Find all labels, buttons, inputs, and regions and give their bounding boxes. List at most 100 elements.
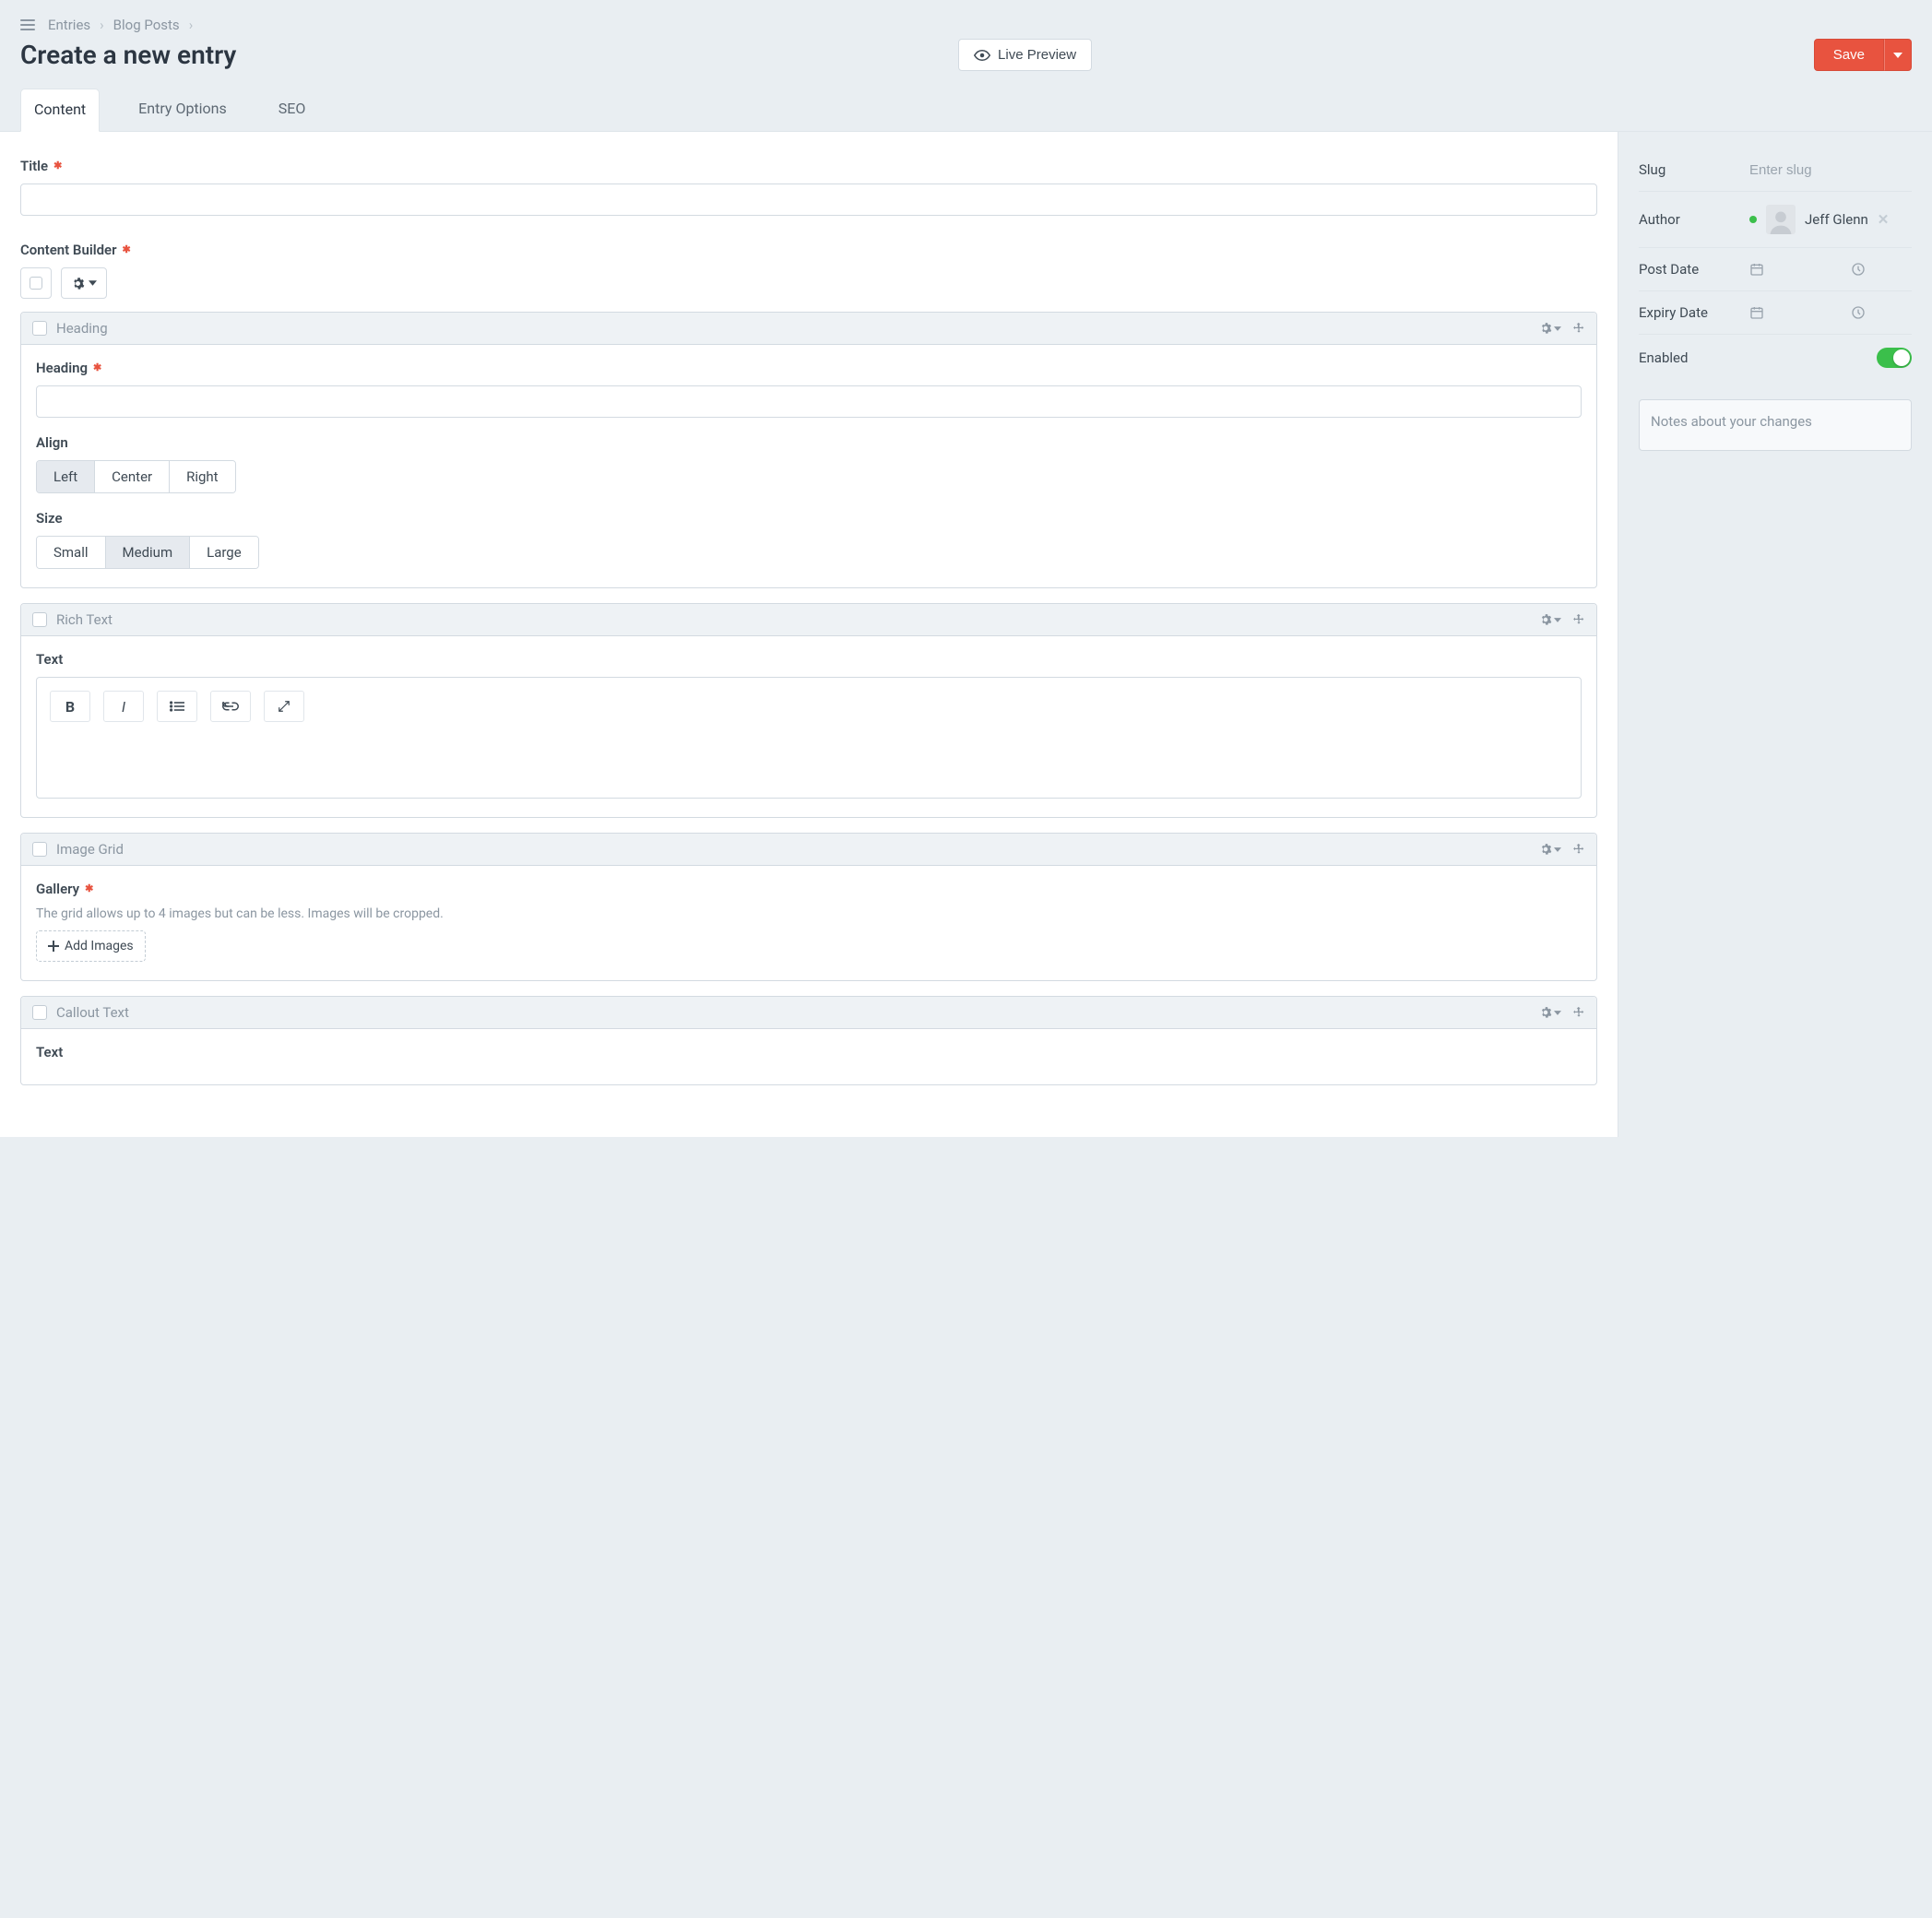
heading-field-label: Heading bbox=[36, 360, 88, 376]
block-heading-settings[interactable] bbox=[1539, 322, 1561, 335]
move-icon bbox=[1572, 322, 1585, 335]
gear-icon bbox=[71, 277, 85, 290]
block-imagegrid-title: Image Grid bbox=[56, 841, 124, 858]
block-imagegrid-checkbox[interactable] bbox=[32, 842, 47, 857]
gear-icon bbox=[1539, 1006, 1552, 1019]
builder-select-all-checkbox[interactable] bbox=[20, 267, 52, 299]
rte-link-button[interactable] bbox=[210, 691, 251, 722]
author-label: Author bbox=[1639, 211, 1749, 228]
size-small-option[interactable]: Small bbox=[37, 537, 106, 568]
chevron-down-icon bbox=[1554, 326, 1561, 331]
chevron-down-icon bbox=[1893, 53, 1902, 58]
calendar-icon bbox=[1749, 305, 1764, 320]
user-icon bbox=[1768, 208, 1794, 234]
author-avatar[interactable] bbox=[1766, 205, 1796, 234]
gear-icon bbox=[1539, 613, 1552, 626]
block-richtext-settings[interactable] bbox=[1539, 613, 1561, 626]
align-label: Align bbox=[36, 434, 68, 451]
plus-icon bbox=[48, 941, 59, 952]
tab-content[interactable]: Content bbox=[20, 89, 100, 132]
block-imagegrid-settings[interactable] bbox=[1539, 843, 1561, 856]
richtext-field-label: Text bbox=[36, 651, 63, 668]
page-title: Create a new entry bbox=[20, 40, 236, 70]
author-remove-button[interactable]: ✕ bbox=[1878, 211, 1890, 228]
breadcrumb-separator: › bbox=[189, 17, 194, 33]
block-richtext: Rich Text Text B I bbox=[20, 603, 1597, 818]
eye-icon bbox=[974, 50, 990, 61]
richtext-editor[interactable]: B I bbox=[36, 677, 1582, 799]
size-segmented: Small Medium Large bbox=[36, 536, 259, 569]
size-large-option[interactable]: Large bbox=[190, 537, 258, 568]
add-images-button[interactable]: Add Images bbox=[36, 930, 146, 962]
main-panel: Title ✱ Content Builder ✱ bbox=[0, 132, 1618, 1137]
block-richtext-title: Rich Text bbox=[56, 611, 113, 628]
block-heading-title: Heading bbox=[56, 320, 108, 337]
gallery-label: Gallery bbox=[36, 881, 79, 897]
field-content-builder: Content Builder ✱ bbox=[20, 242, 1597, 299]
block-imagegrid: Image Grid Gallery ✱ The grid allows up … bbox=[20, 833, 1597, 981]
align-left-option[interactable]: Left bbox=[37, 461, 95, 492]
block-callout: Callout Text Text bbox=[20, 996, 1597, 1085]
block-callout-checkbox[interactable] bbox=[32, 1005, 47, 1020]
block-callout-drag-handle[interactable] bbox=[1572, 1006, 1585, 1019]
align-center-option[interactable]: Center bbox=[95, 461, 170, 492]
author-status-dot bbox=[1749, 216, 1757, 223]
size-medium-option[interactable]: Medium bbox=[106, 537, 191, 568]
align-segmented: Left Center Right bbox=[36, 460, 236, 493]
callout-text-label: Text bbox=[36, 1044, 63, 1060]
tab-seo[interactable]: SEO bbox=[266, 89, 319, 132]
expiry-time-picker[interactable] bbox=[1851, 305, 1866, 320]
breadcrumb-blogposts[interactable]: Blog Posts bbox=[113, 17, 180, 33]
content-builder-label: Content Builder bbox=[20, 242, 117, 258]
live-preview-button[interactable]: Live Preview bbox=[958, 39, 1092, 71]
rte-fullscreen-button[interactable] bbox=[264, 691, 304, 722]
title-label: Title bbox=[20, 158, 48, 174]
block-imagegrid-drag-handle[interactable] bbox=[1572, 843, 1585, 856]
slug-label: Slug bbox=[1639, 161, 1749, 178]
enabled-toggle[interactable] bbox=[1877, 348, 1912, 368]
size-label: Size bbox=[36, 510, 63, 527]
save-dropdown-button[interactable] bbox=[1884, 39, 1912, 71]
chevron-down-icon bbox=[1554, 618, 1561, 622]
add-images-label: Add Images bbox=[65, 939, 134, 953]
chevron-down-icon bbox=[1554, 1011, 1561, 1015]
rte-bold-button[interactable]: B bbox=[50, 691, 90, 722]
slug-input[interactable] bbox=[1749, 162, 1912, 178]
block-callout-settings[interactable] bbox=[1539, 1006, 1561, 1019]
required-asterisk: ✱ bbox=[123, 243, 131, 255]
notes-textarea[interactable]: Notes about your changes bbox=[1639, 399, 1912, 451]
tabs: Content Entry Options SEO bbox=[0, 88, 1932, 132]
breadcrumb-entries[interactable]: Entries bbox=[48, 17, 90, 33]
builder-settings-button[interactable] bbox=[61, 267, 107, 299]
breadcrumb: Entries › Blog Posts › bbox=[20, 17, 1912, 33]
block-heading-checkbox[interactable] bbox=[32, 321, 47, 336]
enabled-label: Enabled bbox=[1639, 349, 1749, 366]
richtext-content-area[interactable] bbox=[50, 746, 1568, 785]
gear-icon bbox=[1539, 843, 1552, 856]
required-asterisk: ✱ bbox=[53, 160, 62, 172]
postdate-time-picker[interactable] bbox=[1851, 262, 1866, 277]
block-richtext-drag-handle[interactable] bbox=[1572, 613, 1585, 626]
rte-italic-button[interactable]: I bbox=[103, 691, 144, 722]
field-title: Title ✱ bbox=[20, 158, 1597, 216]
block-heading-drag-handle[interactable] bbox=[1572, 322, 1585, 335]
expiry-date-picker[interactable] bbox=[1749, 305, 1764, 320]
save-button-group: Save bbox=[1814, 39, 1912, 71]
menu-icon[interactable] bbox=[20, 19, 35, 30]
bold-icon: B bbox=[65, 698, 75, 716]
chevron-down-icon bbox=[89, 280, 97, 286]
align-right-option[interactable]: Right bbox=[170, 461, 234, 492]
postdate-date-picker[interactable] bbox=[1749, 262, 1764, 277]
postdate-label: Post Date bbox=[1639, 261, 1749, 278]
title-input[interactable] bbox=[20, 184, 1597, 216]
expand-icon bbox=[278, 700, 290, 713]
tab-entry-options[interactable]: Entry Options bbox=[125, 89, 240, 132]
richtext-toolbar: B I bbox=[50, 691, 1568, 722]
heading-input[interactable] bbox=[36, 385, 1582, 418]
list-icon bbox=[170, 701, 184, 712]
block-richtext-checkbox[interactable] bbox=[32, 612, 47, 627]
clock-icon bbox=[1851, 305, 1866, 320]
rte-list-button[interactable] bbox=[157, 691, 197, 722]
save-button[interactable]: Save bbox=[1814, 39, 1884, 71]
author-name[interactable]: Jeff Glenn bbox=[1805, 211, 1868, 228]
